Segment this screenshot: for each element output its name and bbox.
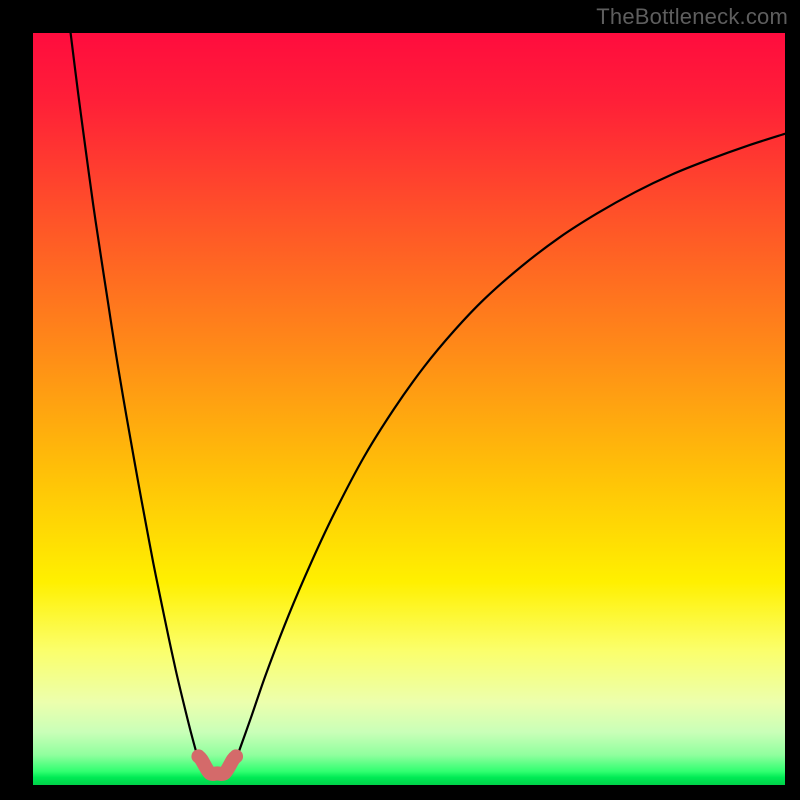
- bottleneck-curve: [71, 33, 785, 772]
- watermark-text: TheBottleneck.com: [596, 4, 788, 30]
- chart-overlay-svg: [33, 33, 785, 785]
- outer-frame: TheBottleneck.com: [0, 0, 800, 800]
- trough-marker-path: [198, 756, 236, 774]
- curve-path: [71, 33, 785, 772]
- trough-marker: [198, 756, 236, 774]
- plot-area: [33, 33, 785, 785]
